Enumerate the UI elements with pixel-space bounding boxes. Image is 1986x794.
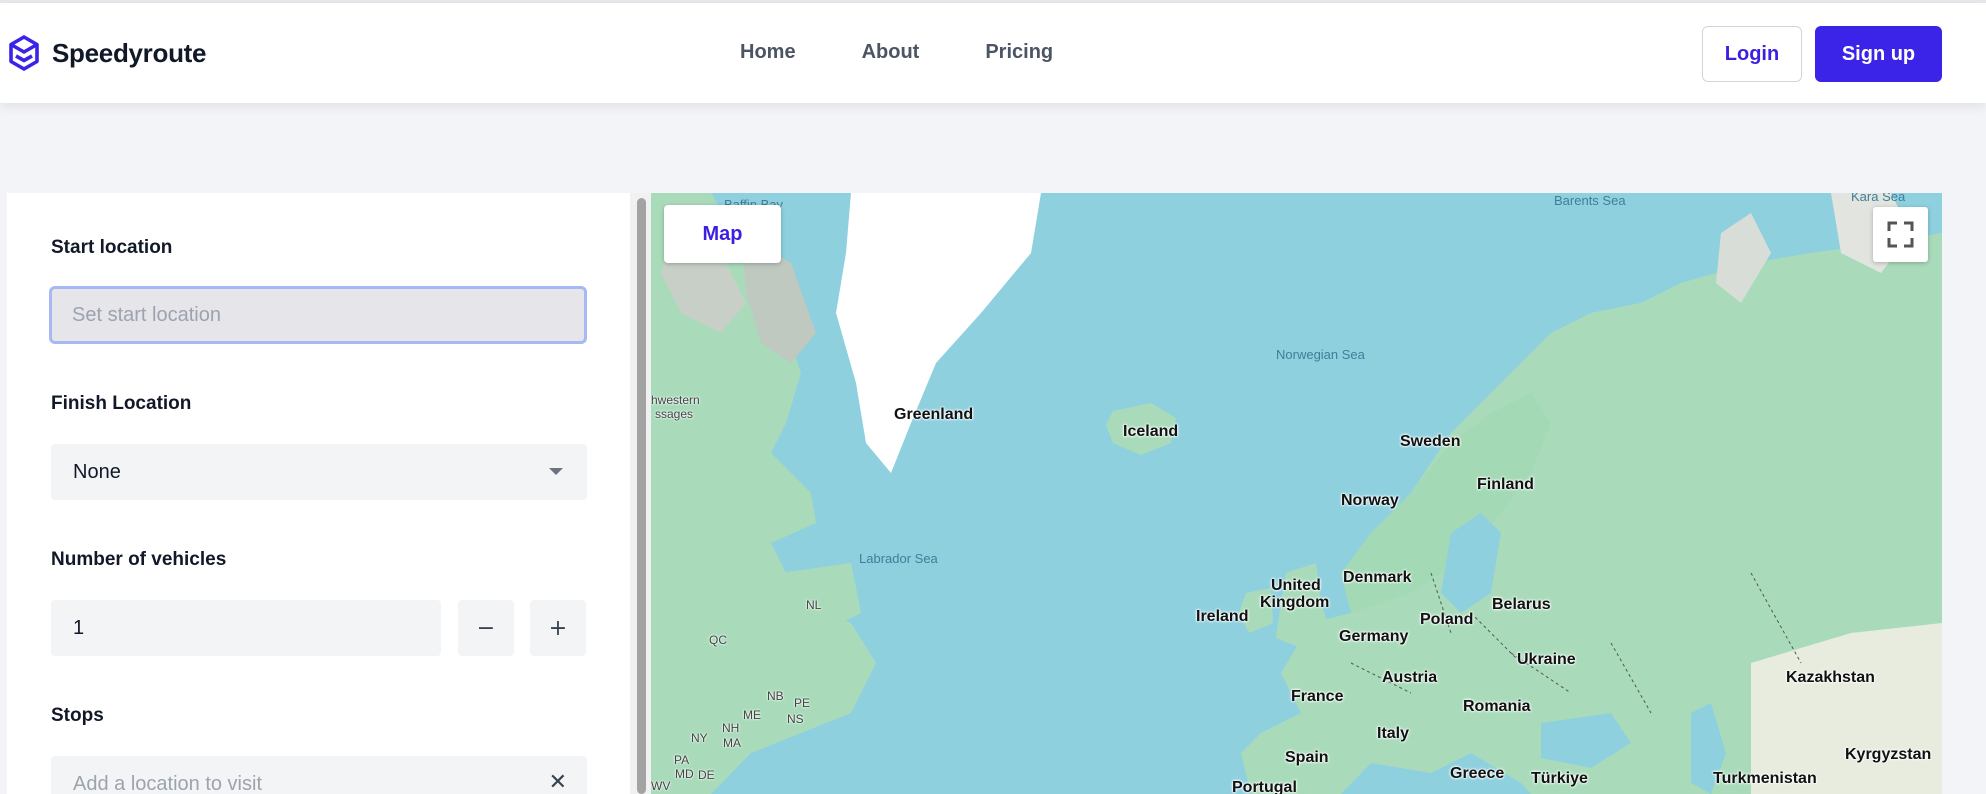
scrollbar-thumb[interactable] xyxy=(637,198,646,794)
region-label-md: MD xyxy=(675,767,694,781)
vehicles-label: Number of vehicles xyxy=(51,549,227,570)
region-label-me: ME xyxy=(743,708,761,722)
map-view[interactable]: Baffin Bay Barents Sea Kara Sea Norwegia… xyxy=(651,193,1942,794)
stops-label: Stops xyxy=(51,705,104,726)
finish-location-label: Finish Location xyxy=(51,393,192,414)
region-label-nh: NH xyxy=(722,721,740,735)
region-label-pa: PA xyxy=(674,753,690,767)
vehicles-input[interactable]: 1 xyxy=(51,600,441,656)
country-label-belarus: Belarus xyxy=(1492,596,1551,613)
country-label-kazakhstan: Kazakhstan xyxy=(1786,669,1875,686)
region-label-pe: PE xyxy=(794,696,811,710)
nav-pricing[interactable]: Pricing xyxy=(985,41,1053,64)
country-label-greenland: Greenland xyxy=(894,406,974,423)
sea-label-kara: Kara Sea xyxy=(1851,193,1906,204)
map-type-button[interactable]: Map xyxy=(664,205,781,263)
country-label-iceland: Iceland xyxy=(1123,423,1179,440)
start-location-label: Start location xyxy=(51,237,173,258)
region-label-qc: QC xyxy=(709,633,727,647)
country-label-greece: Greece xyxy=(1450,765,1505,782)
region-label-de: DE xyxy=(698,768,715,782)
finish-location-select[interactable]: None xyxy=(51,444,587,500)
region-label-ny: NY xyxy=(691,731,708,745)
sea-label-norwegian: Norwegian Sea xyxy=(1276,347,1365,362)
region-label-ma: MA xyxy=(723,736,741,750)
country-label-romania: Romania xyxy=(1463,698,1531,715)
country-label-kyrgyzstan: Kyrgyzstan xyxy=(1845,746,1932,763)
country-label-norway: Norway xyxy=(1341,492,1399,509)
nav-home[interactable]: Home xyxy=(740,41,796,64)
region-label-nl: NL xyxy=(806,598,822,612)
caret-down-icon xyxy=(549,468,563,475)
country-label-portugal: Portugal xyxy=(1232,779,1297,794)
sea-label-labrador: Labrador Sea xyxy=(859,551,938,566)
country-label-turkmenistan: Turkmenistan xyxy=(1713,770,1817,787)
country-label-finland: Finland xyxy=(1477,476,1534,493)
region-label-hwestern: hwestern xyxy=(651,393,700,407)
country-label-sweden: Sweden xyxy=(1400,433,1461,450)
fullscreen-button[interactable] xyxy=(1873,207,1928,262)
route-form-panel: Start location Finish Location None Numb… xyxy=(7,193,630,794)
start-location-input[interactable] xyxy=(49,286,587,344)
increment-button[interactable]: + xyxy=(530,600,586,656)
country-label-turkiye: Türkiye xyxy=(1531,770,1588,787)
country-label-spain: Spain xyxy=(1285,749,1329,766)
country-label-poland: Poland xyxy=(1420,611,1474,628)
country-label-france: France xyxy=(1291,688,1344,705)
layers-logo-icon xyxy=(9,35,39,71)
land-greenland xyxy=(836,193,1041,473)
country-label-ireland: Ireland xyxy=(1196,608,1249,625)
region-label-ns: NS xyxy=(787,712,804,726)
country-label-ukraine: Ukraine xyxy=(1517,651,1576,668)
country-label-italy: Italy xyxy=(1377,725,1410,742)
brand-name: Speedyroute xyxy=(52,37,207,68)
country-label-austria: Austria xyxy=(1382,669,1438,686)
main-nav: Home About Pricing xyxy=(740,41,1053,64)
site-header: Speedyroute Home About Pricing Login Sig… xyxy=(0,3,1986,103)
region-label-nb: NB xyxy=(767,689,784,703)
country-label-united: United xyxy=(1271,577,1321,594)
stops-placeholder: Add a location to visit xyxy=(73,772,262,794)
close-icon[interactable]: ✕ xyxy=(549,770,567,794)
country-label-kingdom: Kingdom xyxy=(1260,594,1330,611)
brand-logo[interactable]: Speedyroute xyxy=(8,35,206,71)
decrement-button[interactable]: − xyxy=(458,600,514,656)
vehicles-value: 1 xyxy=(73,616,85,639)
region-label-wv: WV xyxy=(651,779,671,793)
region-label-ssages: ssages xyxy=(655,407,694,421)
stops-input[interactable]: Add a location to visit ✕ xyxy=(51,756,587,794)
nav-about[interactable]: About xyxy=(862,41,920,64)
signup-button[interactable]: Sign up xyxy=(1815,26,1942,82)
panel-scrollbar[interactable] xyxy=(630,193,652,794)
country-label-denmark: Denmark xyxy=(1343,569,1412,586)
login-button[interactable]: Login xyxy=(1702,26,1802,82)
fullscreen-icon xyxy=(1887,221,1914,248)
sea-label-barents: Barents Sea xyxy=(1554,193,1626,208)
country-label-germany: Germany xyxy=(1339,628,1409,645)
finish-location-value: None xyxy=(73,460,121,483)
